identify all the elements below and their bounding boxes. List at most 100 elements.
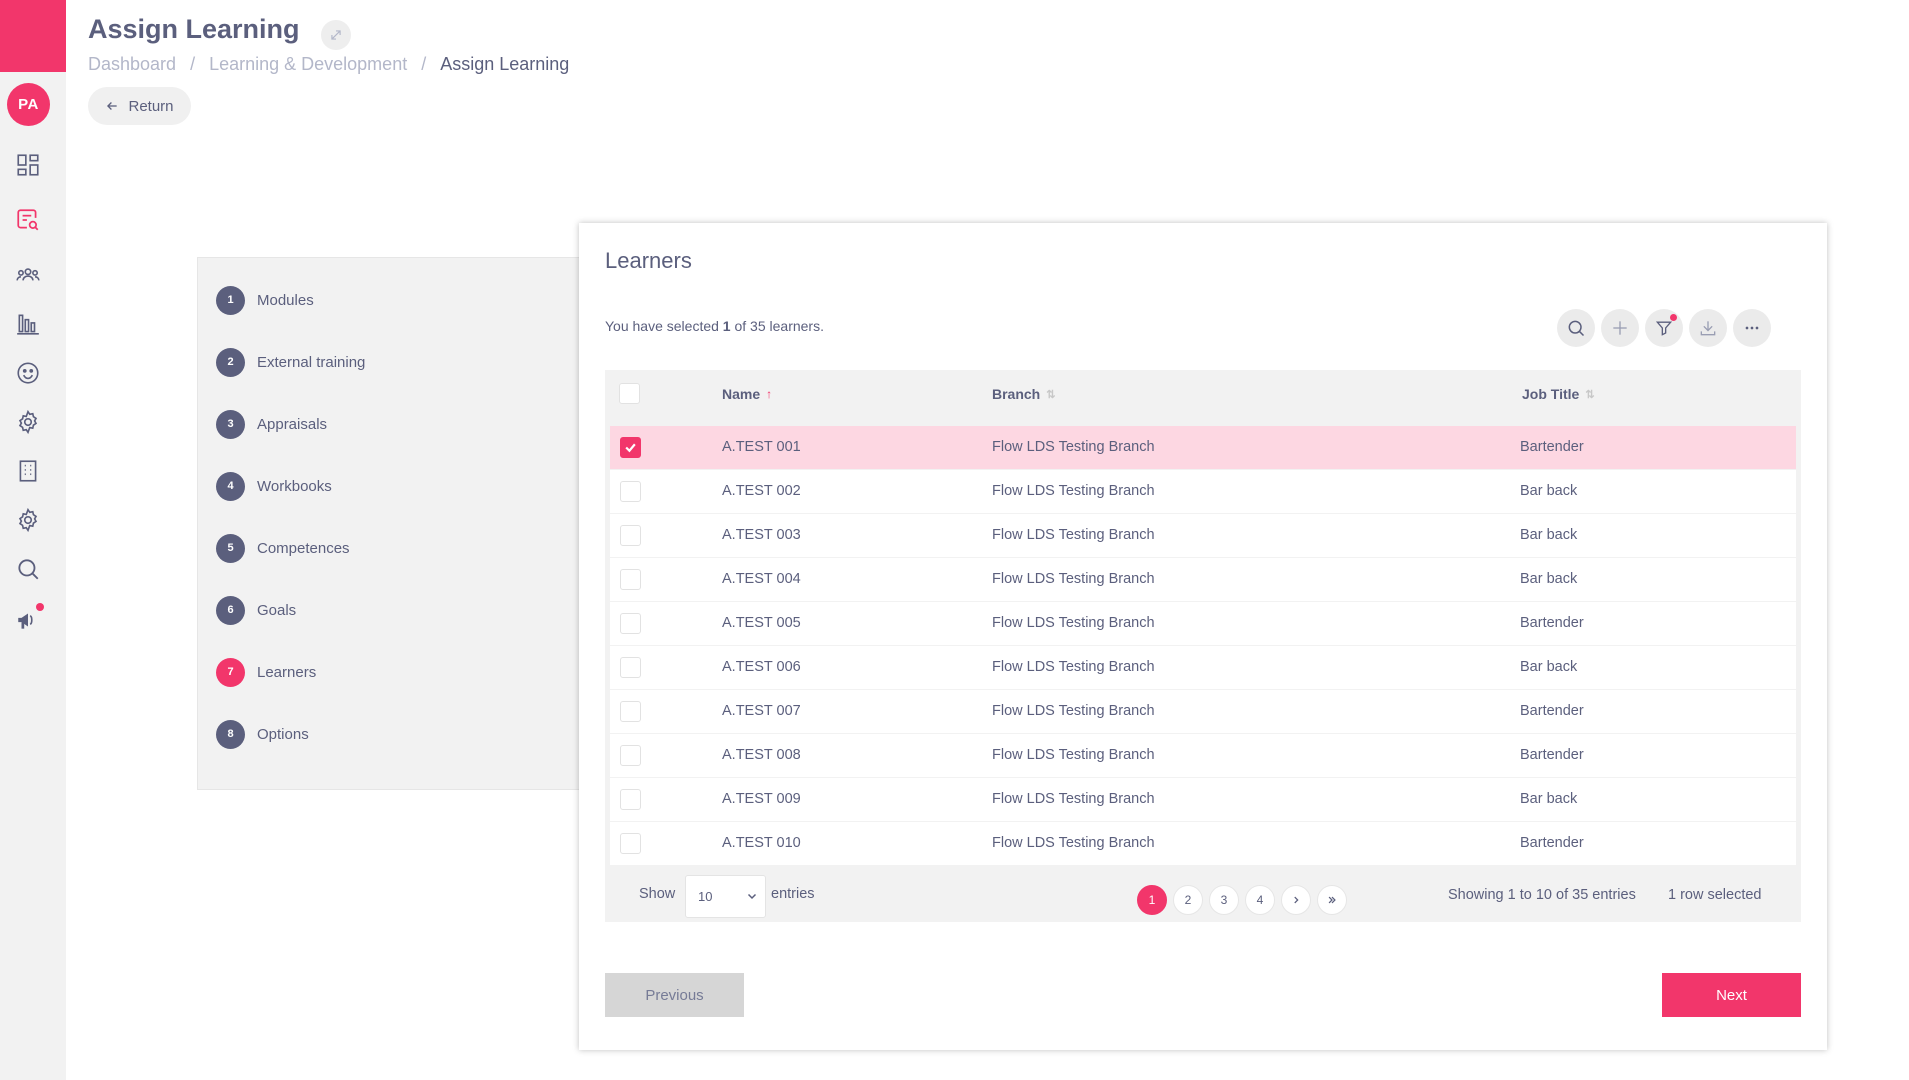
search-icon[interactable] (1557, 309, 1595, 347)
row-checkbox[interactable] (620, 569, 641, 590)
table-header: Name ↑ Branch ⇅ Job Title ⇅ (605, 370, 1801, 418)
people-icon[interactable] (14, 261, 42, 289)
step-options[interactable]: 8 Options (216, 719, 309, 749)
step-label: External training (257, 353, 366, 371)
page-button-3[interactable]: 3 (1209, 885, 1239, 915)
settings-alt-icon[interactable] (14, 506, 42, 534)
cell-branch: Flow LDS Testing Branch (992, 571, 1155, 587)
step-number: 3 (216, 409, 245, 439)
step-label: Workbooks (257, 477, 332, 495)
step-competences[interactable]: 5 Competences (216, 533, 350, 563)
smiley-icon[interactable] (14, 359, 42, 387)
breadcrumb-learning-development[interactable]: Learning & Development (209, 54, 407, 75)
last-page-icon[interactable] (1317, 885, 1347, 915)
more-options-icon[interactable] (1733, 309, 1771, 347)
cell-job-title: Bar back (1520, 571, 1578, 587)
show-label: Show (639, 886, 676, 902)
step-number: 6 (216, 595, 245, 625)
selection-summary: You have selected 1 of 35 learners. (605, 318, 824, 334)
row-checkbox[interactable] (620, 657, 641, 678)
page-button-2[interactable]: 2 (1173, 885, 1203, 915)
table-row[interactable]: A.TEST 006 Flow LDS Testing Branch Bar bac… (610, 646, 1796, 689)
cell-name: A.TEST 006 (722, 659, 801, 675)
search-icon[interactable] (14, 555, 42, 583)
step-number: 5 (216, 533, 245, 563)
settings-icon[interactable] (14, 408, 42, 436)
table-row[interactable]: A.TEST 005 Flow LDS Testing Branch Bartend… (610, 602, 1796, 645)
page-button-1[interactable]: 1 (1137, 885, 1167, 915)
table-row[interactable]: A.TEST 010 Flow LDS Testing Branch Bartend… (610, 822, 1796, 865)
table-row[interactable]: A.TEST 002 Flow LDS Testing Branch Bar bac… (610, 470, 1796, 513)
row-checkbox[interactable] (620, 525, 641, 546)
previous-button[interactable]: Previous (605, 973, 744, 1017)
step-number: 7 (216, 657, 245, 687)
chart-icon[interactable] (14, 310, 42, 338)
table-row[interactable]: A.TEST 009 Flow LDS Testing Branch Bar bac… (610, 778, 1796, 821)
cell-branch: Flow LDS Testing Branch (992, 659, 1155, 675)
next-button[interactable]: Next (1662, 973, 1801, 1017)
expand-icon[interactable] (321, 20, 351, 50)
step-appraisals[interactable]: 3 Appraisals (216, 409, 327, 439)
row-checkbox[interactable] (620, 745, 641, 766)
select-all-checkbox[interactable] (619, 383, 640, 404)
card-title: Learners (605, 248, 692, 273)
arrow-left-icon (107, 102, 118, 110)
page-title: Assign Learning (88, 14, 300, 44)
breadcrumb-separator: / (190, 54, 196, 74)
sort-icon: ⇅ (1046, 388, 1056, 401)
step-modules[interactable]: 1 Modules (216, 285, 314, 315)
sidebar: PA (0, 0, 66, 1080)
column-header-name[interactable]: Name ↑ (722, 386, 772, 402)
row-checkbox[interactable] (620, 833, 641, 854)
return-button[interactable]: Return (88, 87, 191, 125)
chevron-down-icon (747, 893, 757, 900)
cell-branch: Flow LDS Testing Branch (992, 615, 1155, 631)
add-icon[interactable] (1601, 309, 1639, 347)
learners-table: Name ↑ Branch ⇅ Job Title ⇅ A.TEST 001 Flow … (605, 370, 1801, 922)
download-icon[interactable] (1689, 309, 1727, 347)
cell-job-title: Bar back (1520, 483, 1578, 499)
learning-search-icon[interactable] (14, 206, 42, 234)
step-workbooks[interactable]: 4 Workbooks (216, 471, 332, 501)
notification-dot (36, 603, 44, 611)
rows-selected-text: 1 row selected (1668, 887, 1762, 903)
breadcrumb: Dashboard / Learning & Development / Ass… (88, 54, 569, 75)
step-goals[interactable]: 6 Goals (216, 595, 296, 625)
table-row[interactable]: A.TEST 008 Flow LDS Testing Branch Bartend… (610, 734, 1796, 777)
building-icon[interactable] (14, 457, 42, 485)
cell-branch: Flow LDS Testing Branch (992, 483, 1155, 499)
dashboard-icon[interactable] (14, 151, 42, 179)
row-checkbox[interactable] (620, 701, 641, 722)
step-number: 1 (216, 285, 245, 315)
breadcrumb-dashboard[interactable]: Dashboard (88, 54, 176, 75)
page-size-select[interactable]: 10 (685, 875, 766, 918)
cell-job-title: Bartender (1520, 747, 1584, 763)
cell-name: A.TEST 010 (722, 835, 801, 851)
row-checkbox[interactable] (620, 789, 641, 810)
column-header-job-title[interactable]: Job Title ⇅ (1522, 386, 1595, 402)
filter-icon[interactable] (1645, 309, 1683, 347)
megaphone-icon[interactable] (14, 603, 44, 634)
table-row[interactable]: A.TEST 001 Flow LDS Testing Branch Bartend… (610, 426, 1796, 469)
step-number: 8 (216, 719, 245, 749)
step-label: Learners (257, 663, 317, 681)
step-number: 4 (216, 471, 245, 501)
table-row[interactable]: A.TEST 007 Flow LDS Testing Branch Bartend… (610, 690, 1796, 733)
table-row[interactable]: A.TEST 004 Flow LDS Testing Branch Bar bac… (610, 558, 1796, 601)
filter-active-dot (1670, 314, 1677, 321)
cell-name: A.TEST 001 (722, 439, 801, 455)
brand-logo[interactable] (0, 0, 66, 72)
column-header-branch[interactable]: Branch ⇅ (992, 386, 1055, 402)
avatar[interactable]: PA (7, 83, 50, 126)
cell-job-title: Bar back (1520, 791, 1578, 807)
step-learners[interactable]: 7 Learners (216, 657, 316, 687)
page-button-4[interactable]: 4 (1245, 885, 1275, 915)
row-checkbox[interactable] (620, 481, 641, 502)
wizard-steps: 1 Modules 2 External training 3 Appraisals … (197, 257, 581, 790)
table-row[interactable]: A.TEST 003 Flow LDS Testing Branch Bar bac… (610, 514, 1796, 557)
next-page-icon[interactable] (1281, 885, 1311, 915)
row-checkbox[interactable] (620, 613, 641, 634)
row-checkbox[interactable] (620, 437, 641, 458)
step-external-training[interactable]: 2 External training (216, 347, 365, 377)
table-toolbar (1557, 309, 1771, 347)
